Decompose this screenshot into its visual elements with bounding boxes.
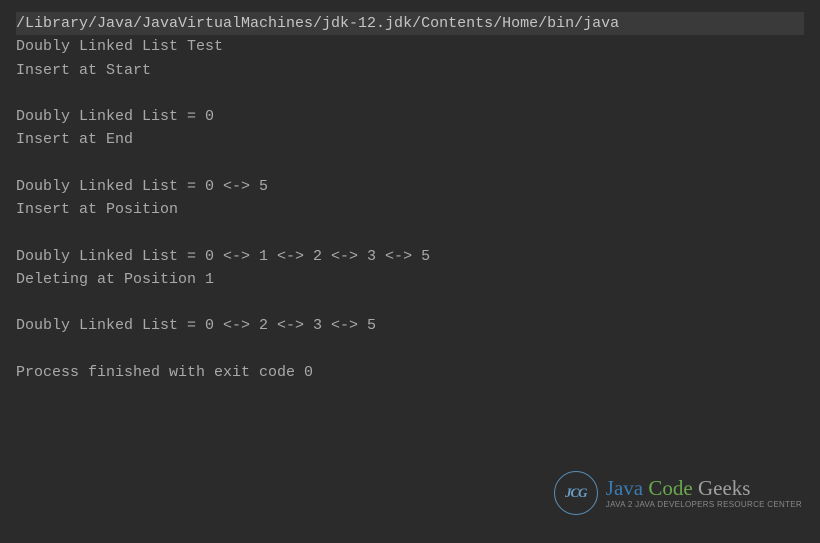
console-line	[16, 82, 804, 105]
console-line: Doubly Linked List = 0 <-> 1 <-> 2 <-> 3…	[16, 245, 804, 268]
watermark-logo: JCG Java Code Geeks Java 2 Java Develope…	[554, 471, 802, 515]
console-line: Doubly Linked List = 0 <-> 5	[16, 175, 804, 198]
console-line: /Library/Java/JavaVirtualMachines/jdk-12…	[16, 12, 804, 35]
console-line: Process finished with exit code 0	[16, 361, 804, 384]
console-line: Doubly Linked List = 0	[16, 105, 804, 128]
console-line	[16, 338, 804, 361]
console-line	[16, 152, 804, 175]
console-line	[16, 291, 804, 314]
jcg-badge-text: JCG	[554, 471, 598, 515]
console-line: Deleting at Position 1	[16, 268, 804, 291]
console-line: Insert at Start	[16, 59, 804, 82]
watermark-java: Java	[606, 476, 643, 500]
watermark-geeks: Geeks	[698, 476, 750, 500]
console-output: /Library/Java/JavaVirtualMachines/jdk-12…	[16, 12, 804, 384]
watermark-text: Java Code Geeks Java 2 Java Developers R…	[606, 478, 802, 509]
console-line	[16, 221, 804, 244]
console-line: Doubly Linked List = 0 <-> 2 <-> 3 <-> 5	[16, 314, 804, 337]
console-line: Doubly Linked List Test	[16, 35, 804, 58]
watermark-code: Code	[648, 476, 692, 500]
console-line: Insert at End	[16, 128, 804, 151]
console-line: Insert at Position	[16, 198, 804, 221]
jcg-badge-icon: JCG	[554, 471, 598, 515]
watermark-title: Java Code Geeks	[606, 478, 802, 499]
watermark-tagline: Java 2 Java Developers Resource Center	[606, 501, 802, 509]
